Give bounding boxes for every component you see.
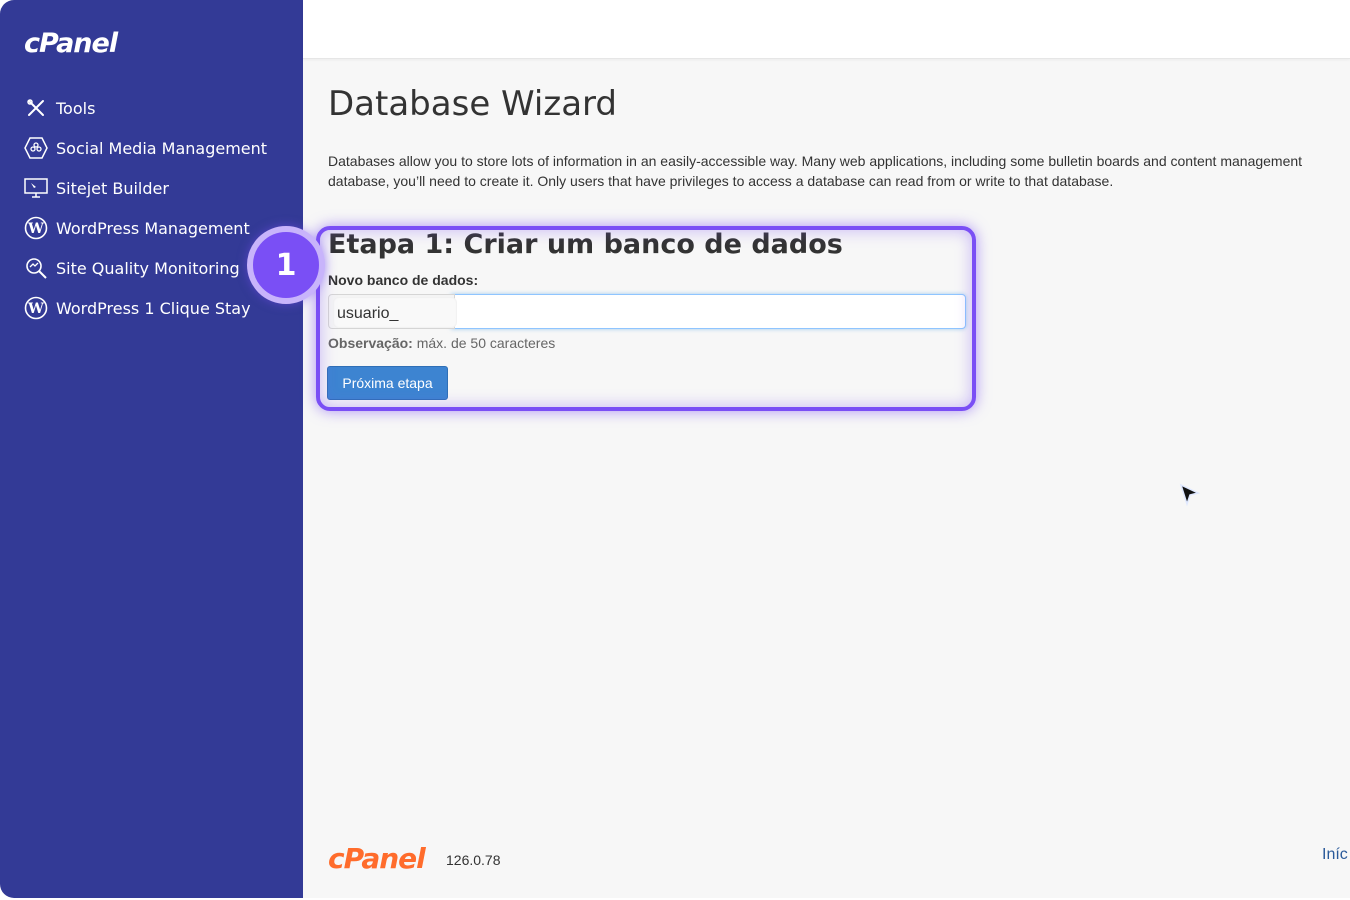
sidebar-item-label: WordPress Management	[56, 218, 250, 238]
sidebar-item-label: Site Quality Monitoring	[56, 258, 240, 278]
page-title: Database Wizard	[328, 84, 617, 124]
sidebar-nav: Tools Social Media Management Sitejet Bu…	[24, 88, 267, 328]
sidebar-item-label: Social Media Management	[56, 138, 268, 158]
sidebar: cPanel Tools Social Media Management Sit…	[0, 0, 303, 898]
note-label: Observação:	[328, 335, 413, 351]
version-number: 126.0.78	[446, 852, 501, 868]
step-number-badge: 1	[247, 226, 325, 304]
database-name-group: usuario_	[328, 294, 966, 329]
database-name-label: Novo banco de dados:	[328, 272, 479, 288]
wordpress-icon: W	[24, 216, 48, 240]
sidebar-item-tools[interactable]: Tools	[24, 88, 267, 128]
sidebar-item-social-media[interactable]: Social Media Management	[24, 128, 267, 168]
sidebar-item-site-quality[interactable]: Site Quality Monitoring	[24, 248, 267, 288]
top-bar	[303, 0, 1350, 59]
note-text: máx. de 50 caracteres	[412, 335, 556, 351]
next-step-button[interactable]: Próxima etapa	[327, 366, 448, 400]
database-prefix-addon: usuario_	[328, 294, 457, 329]
footer-cpanel-logo: cPanel	[328, 842, 426, 875]
tools-icon	[24, 96, 48, 120]
cpanel-logo[interactable]: cPanel	[24, 28, 118, 59]
database-prefix: usuario_	[337, 305, 399, 322]
mouse-cursor-icon	[1179, 483, 1201, 507]
footer-home-link[interactable]: Iníc	[1322, 846, 1348, 864]
sidebar-item-wordpress-management[interactable]: W WordPress Management	[24, 208, 267, 248]
wordpress-icon: W	[24, 296, 48, 320]
sidebar-item-sitejet[interactable]: Sitejet Builder	[24, 168, 267, 208]
site-quality-icon	[24, 256, 48, 280]
svg-text:W: W	[27, 221, 44, 237]
step-title: Etapa 1: Criar um banco de dados	[328, 229, 843, 260]
svg-text:W: W	[27, 301, 44, 317]
sidebar-item-label: Tools	[56, 98, 96, 118]
field-note: Observação: máx. de 50 caracteres	[328, 335, 555, 351]
sidebar-item-wordpress-1-clique[interactable]: W WordPress 1 Clique Stay	[24, 288, 267, 328]
social-media-icon	[24, 136, 48, 160]
app-window: cPanel Tools Social Media Management Sit…	[0, 0, 1350, 898]
sitejet-icon	[24, 176, 48, 200]
page-description: Databases allow you to store lots of inf…	[328, 151, 1350, 191]
description-line: database, you’ll need to create it. Only…	[328, 173, 1114, 189]
sidebar-item-label: WordPress 1 Clique Stay	[56, 298, 251, 318]
database-name-input[interactable]	[451, 294, 966, 329]
sidebar-item-label: Sitejet Builder	[56, 178, 169, 198]
description-line: Databases allow you to store lots of inf…	[328, 153, 1303, 169]
